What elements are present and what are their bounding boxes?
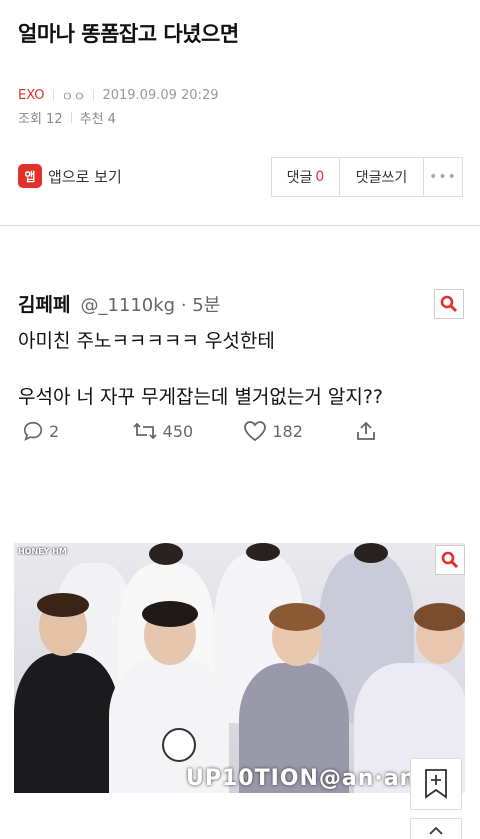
share-icon <box>357 421 375 440</box>
bookmark-button[interactable] <box>410 758 462 810</box>
arrow-up-icon <box>429 826 443 835</box>
write-comment-button[interactable]: 댓글쓰기 <box>340 158 424 196</box>
app-view-label: 앱으로 보기 <box>48 167 122 186</box>
figure-head <box>354 543 388 563</box>
post-photo: HONEY HM UP10TION@an·an <box>14 543 465 793</box>
tweet-screenshot: 김페페 @_1110kg · 5분 아미친 주노ㅋㅋㅋㅋㅋ 우섯한테 우석아 너… <box>18 290 468 439</box>
figure-hair <box>37 593 89 617</box>
reply-action: 2 <box>22 420 132 442</box>
post-title: 얼마나 똥폼잡고 다녔으면 <box>18 22 239 46</box>
bookmark-add-icon <box>425 769 447 799</box>
figure-hair <box>414 603 465 631</box>
search-icon <box>440 295 458 313</box>
divider <box>70 112 72 123</box>
comment-toolbar: 댓글 0 댓글쓰기 ••• <box>271 157 463 197</box>
post-datetime: 2019.09.09 20:29 <box>102 88 219 103</box>
tweet-line: 아미친 주노ㅋㅋㅋㅋㅋ 우섯한테 <box>18 330 275 352</box>
app-icon: 앱 <box>18 164 42 188</box>
section-divider <box>0 225 480 226</box>
divider <box>52 90 54 101</box>
scroll-top-button[interactable] <box>410 818 462 839</box>
app-view-link[interactable]: 앱 앱으로 보기 <box>18 164 122 188</box>
reply-count: 2 <box>49 421 60 441</box>
tweet-handle: @_1110kg · 5분 <box>80 295 221 316</box>
post-meta: EXO ㅇㅇ 2019.09.09 20:29 <box>18 86 218 105</box>
author-name: ㅇㅇ <box>61 90 86 105</box>
board-name[interactable]: EXO <box>18 88 45 103</box>
tweet-body: 아미친 주노ㅋㅋㅋㅋㅋ 우섯한테 우석아 너 자꾸 무게잡는데 별거없는거 알지… <box>18 327 468 411</box>
figure-hair <box>142 601 198 627</box>
photo-watermark: UP10TION@an·an <box>186 766 417 791</box>
heart-icon <box>244 421 267 442</box>
search-icon <box>441 551 459 569</box>
panda-doll <box>162 728 196 762</box>
figure-head <box>246 543 280 561</box>
reply-icon <box>23 421 43 441</box>
image-search-button[interactable] <box>435 545 465 575</box>
like-count: 182 <box>272 421 303 441</box>
figure-hair <box>269 603 325 631</box>
more-button[interactable]: ••• <box>424 158 462 196</box>
recommend-count: 추천 4 <box>79 112 116 127</box>
comment-count: 0 <box>315 169 325 185</box>
retweet-icon <box>133 422 157 440</box>
comments-button[interactable]: 댓글 0 <box>272 158 340 196</box>
tweet-actions: 2 450 182 <box>22 420 382 442</box>
comments-label: 댓글 <box>286 170 313 186</box>
figure <box>14 653 119 793</box>
tweet-header: 김페페 @_1110kg · 5분 <box>18 290 468 317</box>
retweet-action: 450 <box>132 420 244 442</box>
post-stats: 조회 12 추천 4 <box>18 108 116 127</box>
retweet-count: 450 <box>162 421 194 441</box>
tweet-author-name: 김페페 <box>18 294 71 316</box>
share-action <box>355 420 382 442</box>
photo-watermark-top: HONEY HM <box>18 547 67 556</box>
like-action: 182 <box>243 420 355 442</box>
view-count: 조회 12 <box>18 112 63 127</box>
divider <box>93 90 95 101</box>
figure-head <box>149 543 183 565</box>
tweet-line: 우석아 너 자꾸 무게잡는데 별거없는거 알지?? <box>18 386 384 408</box>
image-search-button[interactable] <box>434 289 464 319</box>
